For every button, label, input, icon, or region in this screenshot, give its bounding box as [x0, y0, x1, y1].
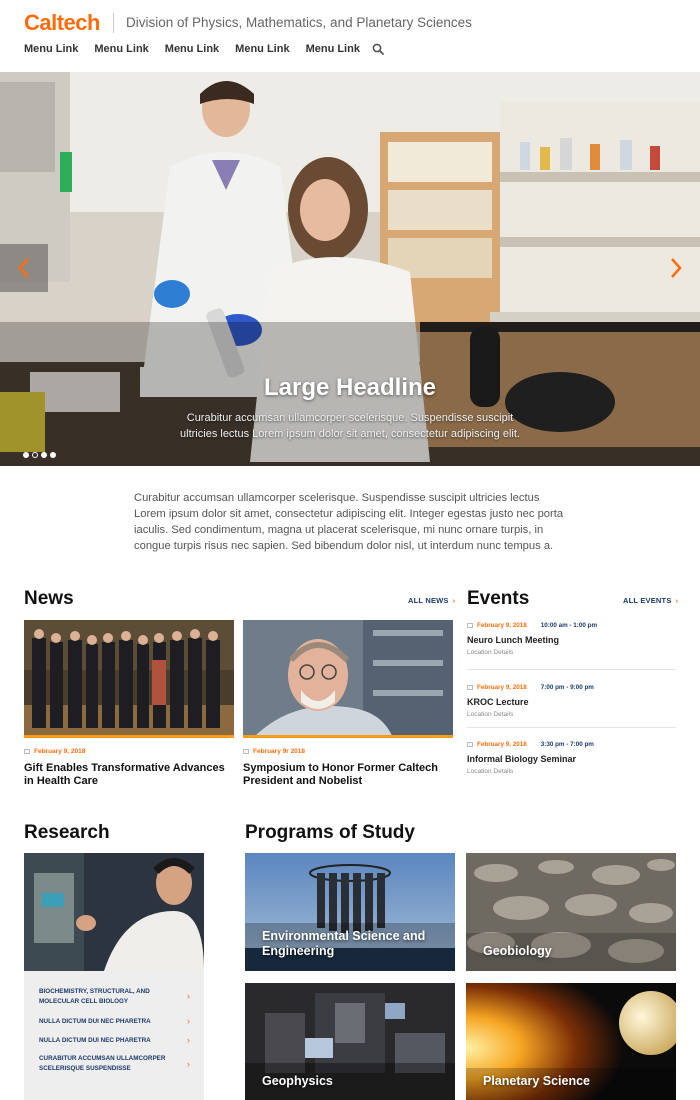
- hero-headline: Large Headline: [263, 374, 437, 401]
- event-divider: [467, 727, 676, 728]
- event-time: 3:30 pm - 7:00 pm: [540, 741, 594, 748]
- program-card-geobiology[interactable]: Geobiology: [466, 853, 676, 971]
- chevron-right-icon: ›: [675, 596, 679, 605]
- program-card-planetary[interactable]: Planetary Science: [466, 983, 676, 1100]
- chevron-right-icon: ›: [187, 1035, 190, 1045]
- portrait-photo: [243, 620, 453, 735]
- event-location: Location Details: [467, 649, 514, 656]
- carousel-dot-1[interactable]: [23, 452, 29, 458]
- news-title-1[interactable]: Gift Enables Transformative Advances in …: [24, 762, 234, 787]
- program-label: Geobiology: [483, 944, 552, 958]
- research-heading: Research: [24, 822, 110, 843]
- carousel-dot-3[interactable]: [41, 452, 47, 458]
- site-header: Caltech Division of Physics, Mathematics…: [0, 0, 700, 72]
- research-image[interactable]: [24, 853, 204, 971]
- research-link-2[interactable]: NULLA DICTUM DUI NEC PHARETRA: [39, 1017, 189, 1027]
- news-date-2: February 9r 2018: [243, 748, 305, 755]
- calendar-icon: [467, 622, 473, 628]
- hero-lab-photo: [0, 72, 700, 466]
- group-photo: [24, 620, 234, 735]
- all-events-label: ALL EVENTS: [623, 596, 672, 605]
- division-name[interactable]: Division of Physics, Mathematics, and Pl…: [126, 15, 472, 30]
- research-link-1[interactable]: BIOCHEMISTRY, STRUCTURAL, AND MOLECULAR …: [39, 987, 189, 1007]
- nav-link-1[interactable]: Menu Link: [24, 43, 78, 55]
- carousel-dot-4[interactable]: [50, 452, 56, 458]
- all-news-label: ALL NEWS: [408, 596, 449, 605]
- chevron-right-icon: ›: [187, 1059, 190, 1069]
- chevron-right-icon: ›: [452, 596, 456, 605]
- nav-link-4[interactable]: Menu Link: [235, 43, 289, 55]
- event-divider: [467, 669, 676, 670]
- event-time: 7:00 pm - 9:00 pm: [540, 684, 594, 691]
- event-name[interactable]: KROC Lecture: [467, 697, 676, 707]
- news-heading: News: [24, 588, 74, 609]
- news-date-1: February 9, 2018: [24, 748, 85, 755]
- chevron-right-icon: ›: [187, 991, 190, 1001]
- program-label: Geophysics: [262, 1074, 333, 1088]
- chevron-right-icon: [671, 258, 682, 278]
- program-card-environmental[interactable]: Environmental Science and Engineering: [245, 853, 455, 971]
- event-time: 10:00 am - 1:00 pm: [540, 622, 598, 629]
- event-item-1[interactable]: February 9, 2018 10:00 am - 1:00 pm Neuro…: [467, 622, 676, 656]
- hero-carousel: Large Headline Curabitur accumsan ullamc…: [0, 72, 700, 466]
- nav-link-5[interactable]: Menu Link: [306, 43, 360, 55]
- all-events-link[interactable]: ALL EVENTS ›: [623, 596, 678, 605]
- news-title-2[interactable]: Symposium to Honor Former Caltech Presid…: [243, 762, 453, 787]
- chevron-right-icon: ›: [187, 1016, 190, 1026]
- all-news-link[interactable]: ALL NEWS ›: [408, 596, 455, 605]
- carousel-dot-2[interactable]: [32, 452, 38, 458]
- programs-heading: Programs of Study: [245, 822, 415, 843]
- caltech-logo[interactable]: Caltech: [24, 10, 100, 36]
- events-heading: Events: [467, 588, 530, 609]
- program-label: Planetary Science: [483, 1074, 591, 1088]
- nav-link-3[interactable]: Menu Link: [165, 43, 219, 55]
- event-item-3[interactable]: February 9, 2018 3:30 pm - 7:00 pm Inform…: [467, 741, 676, 775]
- hero-subtext: Curabitur accumsan ullamcorper scelerisq…: [180, 412, 520, 440]
- event-item-2[interactable]: February 9, 2018 7:00 pm - 9:00 pm KROC L…: [467, 684, 676, 718]
- calendar-icon: [243, 748, 249, 754]
- event-name[interactable]: Neuro Lunch Meeting: [467, 635, 676, 645]
- event-name[interactable]: Informal Biology Seminar: [467, 754, 676, 764]
- intro-paragraph: Curabitur accumsan ullamcorper scelerisq…: [134, 492, 564, 552]
- news-image-1[interactable]: [24, 620, 234, 738]
- carousel-next-button[interactable]: [652, 244, 700, 292]
- nav-link-2[interactable]: Menu Link: [94, 43, 148, 55]
- calendar-icon: [467, 684, 473, 690]
- researcher-photo: [24, 853, 204, 971]
- research-link-3[interactable]: NULLA DICTUM DUI NEC PHARETRA: [39, 1036, 189, 1046]
- news-image-2[interactable]: [243, 620, 453, 738]
- research-list: BIOCHEMISTRY, STRUCTURAL, AND MOLECULAR …: [24, 971, 204, 1100]
- carousel-prev-button[interactable]: [0, 244, 48, 292]
- carousel-dots: [23, 452, 56, 458]
- calendar-icon: [24, 748, 30, 754]
- chevron-left-icon: [18, 258, 29, 278]
- calendar-icon: [467, 741, 473, 747]
- program-card-geophysics[interactable]: Geophysics: [245, 983, 455, 1100]
- header-divider: [113, 13, 114, 33]
- program-label: Environmental Science and Engineering: [262, 929, 426, 958]
- search-icon[interactable]: [372, 43, 384, 55]
- main-nav: Menu Link Menu Link Menu Link Menu Link …: [24, 43, 376, 55]
- event-location: Location Details: [467, 768, 514, 775]
- research-link-4[interactable]: CURABITUR ACCUMSAN ULLAMCORPER SCELERISQ…: [39, 1054, 189, 1074]
- event-location: Location Details: [467, 711, 514, 718]
